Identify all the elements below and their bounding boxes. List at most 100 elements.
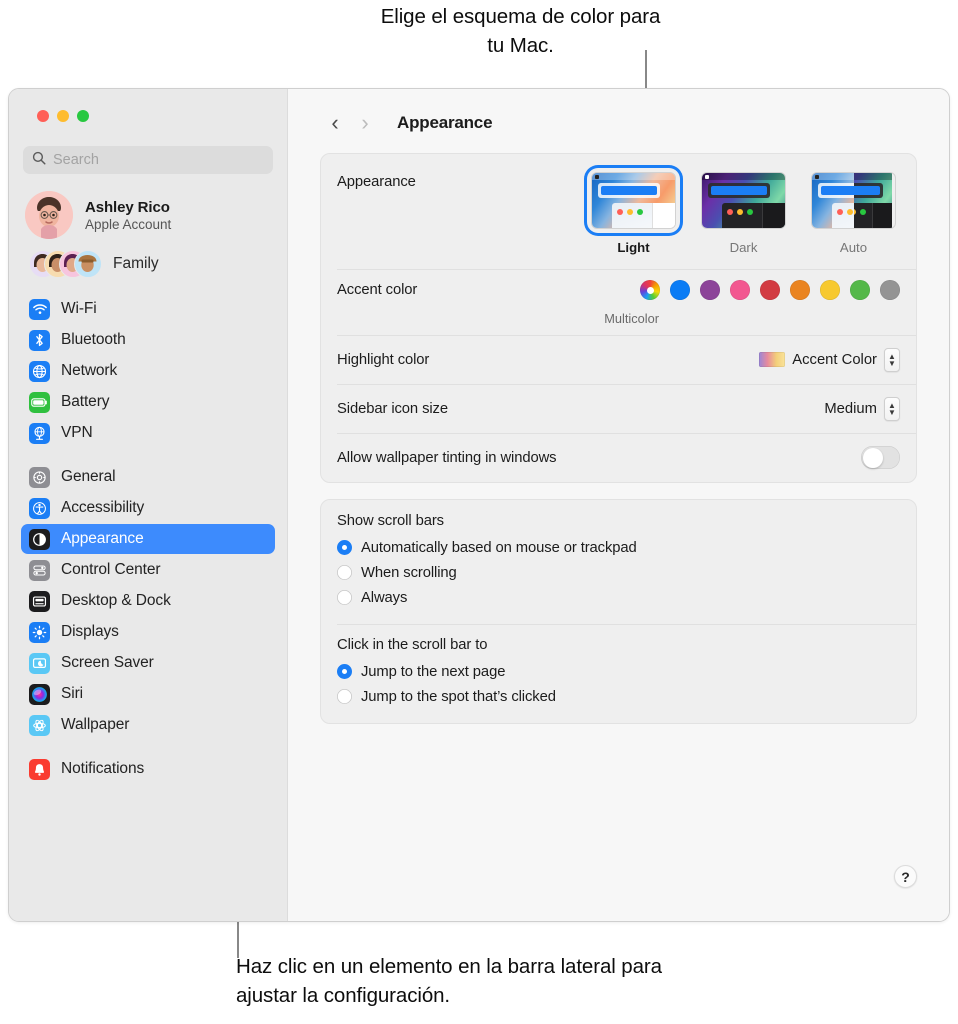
accent-color-label: Accent color	[337, 282, 418, 298]
system-settings-window: Ashley Rico Apple Account Family	[8, 88, 950, 922]
radio-show-scroll-bars-always[interactable]: Always	[337, 585, 900, 610]
sidebar-item-vpn[interactable]: VPN	[21, 418, 275, 448]
gear-icon	[29, 466, 50, 488]
sidebar-item-battery[interactable]: Battery	[21, 387, 275, 417]
screen-saver-icon	[29, 652, 50, 674]
theme-option-auto[interactable]: Auto	[807, 168, 900, 255]
radio-label: Jump to the next page	[361, 663, 506, 680]
displays-icon	[29, 621, 50, 643]
wallpaper-tinting-toggle[interactable]	[861, 446, 900, 469]
globe-icon	[29, 360, 50, 382]
radio-button[interactable]	[337, 590, 352, 605]
wallpaper-tinting-row: Allow wallpaper tinting in windows	[321, 433, 916, 482]
accent-swatch-orange[interactable]	[790, 280, 810, 300]
family-avatar-4	[74, 250, 102, 278]
battery-icon	[29, 391, 50, 413]
help-button[interactable]: ?	[894, 865, 917, 888]
sidebar-item-displays[interactable]: Displays	[21, 617, 275, 647]
sidebar-item-control-center[interactable]: Control Center	[21, 555, 275, 585]
theme-option-light[interactable]: Light	[587, 168, 680, 255]
chevron-updown-icon[interactable]: ▲ ▼	[884, 396, 900, 421]
bell-icon	[29, 758, 50, 780]
click-scroll-bar-group: Click in the scroll bar to Jump to the n…	[321, 624, 916, 723]
toolbar: ‹ › Appearance	[320, 89, 917, 153]
appearance-settings-card: Appearance Light Dark Auto Accent color …	[320, 153, 917, 483]
accent-swatch-blue[interactable]	[670, 280, 690, 300]
highlight-color-swatch	[759, 352, 786, 367]
search-field[interactable]	[23, 146, 273, 174]
accessibility-icon	[29, 497, 50, 519]
scroll-bar-settings-card: Show scroll bars Automatically based on …	[320, 499, 917, 724]
accent-swatch-graphite[interactable]	[880, 280, 900, 300]
sidebar-item-siri[interactable]: Siri	[21, 679, 275, 709]
sidebar-item-bluetooth-label: Bluetooth	[61, 331, 126, 348]
sidebar-item-wi-fi[interactable]: Wi-Fi	[21, 294, 275, 324]
radio-show-scroll-bars-when-scrolling[interactable]: When scrolling	[337, 560, 900, 585]
sidebar-item-family-label: Family	[113, 255, 159, 272]
highlight-color-value: Accent Color	[792, 351, 877, 368]
wallpaper-icon	[29, 714, 50, 736]
theme-label-auto: Auto	[839, 240, 868, 255]
sidebar-item-displays-label: Displays	[61, 623, 119, 640]
vpn-icon	[29, 422, 50, 444]
radio-button[interactable]	[337, 664, 352, 679]
account-name: Ashley Rico	[85, 198, 170, 216]
chevron-updown-icon[interactable]: ▲ ▼	[884, 347, 900, 372]
accent-swatch-multicolor[interactable]	[640, 280, 660, 300]
callout-bottom-text: Haz clic en un elemento en la barra late…	[236, 955, 662, 1007]
sidebar-item-siri-label: Siri	[61, 685, 83, 702]
sidebar-item-bluetooth[interactable]: Bluetooth	[21, 325, 275, 355]
radio-button[interactable]	[337, 689, 352, 704]
search-input[interactable]	[53, 152, 264, 168]
radio-jump-next-page[interactable]: Jump to the next page	[337, 659, 900, 684]
sidebar-item-notifications-label: Notifications	[61, 760, 145, 777]
theme-thumbnail-light[interactable]	[587, 168, 680, 233]
highlight-color-popup[interactable]: Accent Color ▲ ▼	[759, 347, 900, 372]
sidebar-item-general[interactable]: General	[21, 462, 275, 492]
minimize-button[interactable]	[57, 110, 69, 122]
sidebar-icon-size-row: Sidebar icon size Medium ▲ ▼	[321, 384, 916, 433]
appearance-row-label: Appearance	[337, 174, 416, 190]
wallpaper-tinting-label: Allow wallpaper tinting in windows	[337, 449, 557, 466]
sidebar-icon-size-value: Medium	[824, 400, 877, 417]
accent-swatch-green[interactable]	[850, 280, 870, 300]
sidebar-item-desktop-and-dock[interactable]: Desktop & Dock	[21, 586, 275, 616]
zoom-button[interactable]	[77, 110, 89, 122]
sidebar-item-wallpaper[interactable]: Wallpaper	[21, 710, 275, 740]
accent-swatch-red[interactable]	[760, 280, 780, 300]
sidebar-group-notifications: Notifications	[19, 754, 277, 784]
accent-swatch-pink[interactable]	[730, 280, 750, 300]
sidebar-item-screen-saver[interactable]: Screen Saver	[21, 648, 275, 678]
apple-account-row[interactable]: Ashley Rico Apple Account	[25, 191, 277, 239]
sidebar-item-appearance[interactable]: Appearance	[21, 524, 275, 554]
theme-label-dark: Dark	[729, 240, 758, 255]
appearance-icon	[29, 528, 50, 550]
accent-swatch-purple[interactable]	[700, 280, 720, 300]
radio-jump-to-spot-clicked[interactable]: Jump to the spot that’s clicked	[337, 684, 900, 709]
sidebar-item-family[interactable]: Family	[25, 248, 277, 280]
radio-button[interactable]	[337, 565, 352, 580]
radio-show-scroll-bars-automatic[interactable]: Automatically based on mouse or trackpad	[337, 535, 900, 560]
accent-swatch-yellow[interactable]	[820, 280, 840, 300]
radio-button[interactable]	[337, 540, 352, 555]
sidebar-item-notifications[interactable]: Notifications	[21, 754, 275, 784]
sidebar-item-accessibility[interactable]: Accessibility	[21, 493, 275, 523]
chevron-left-icon[interactable]: ‹	[320, 108, 350, 138]
chevron-right-icon[interactable]: ›	[350, 108, 380, 138]
accent-color-row: Accent color Multicolor	[321, 269, 916, 335]
show-scroll-bars-group: Show scroll bars Automatically based on …	[321, 500, 916, 624]
sidebar-item-control-center-label: Control Center	[61, 561, 161, 578]
page-title: Appearance	[397, 113, 493, 132]
theme-thumbnail-dark[interactable]	[697, 168, 790, 233]
sidebar-item-network[interactable]: Network	[21, 356, 275, 386]
theme-option-dark[interactable]: Dark	[697, 168, 790, 255]
sidebar-item-screen-saver-label: Screen Saver	[61, 654, 154, 671]
detail-pane: ‹ › Appearance Appearance Light Dark Aut…	[288, 89, 949, 921]
sidebar-icon-size-popup[interactable]: Medium ▲ ▼	[824, 396, 900, 421]
sidebar-item-general-label: General	[61, 468, 116, 485]
callout-top-text: Elige el esquema de color para tu Mac.	[380, 5, 661, 57]
close-button[interactable]	[37, 110, 49, 122]
accent-color-selected-label: Multicolor	[604, 311, 659, 326]
theme-thumbnail-auto[interactable]	[807, 168, 900, 233]
sidebar-group-system: General Accessibility Appearance Control…	[19, 462, 277, 740]
